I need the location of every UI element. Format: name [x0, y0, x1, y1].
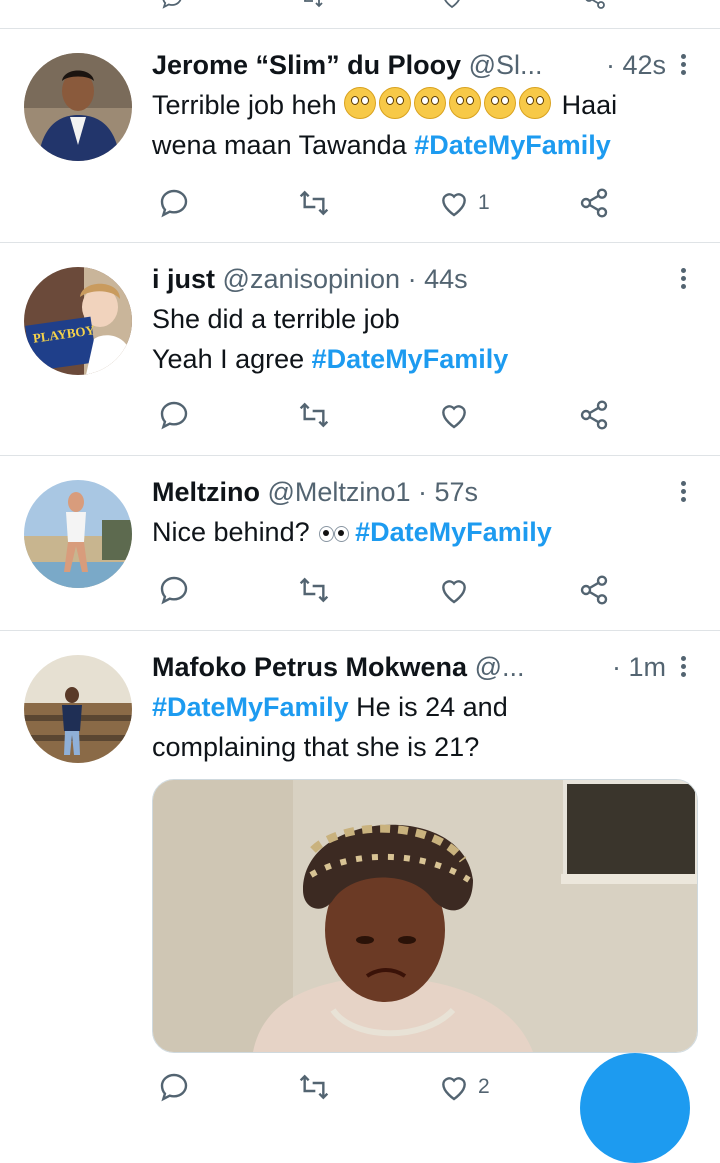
avatar[interactable] — [24, 53, 132, 161]
tweet-header: Meltzino @Meltzino1 · 57s — [152, 472, 678, 512]
display-name[interactable]: Mafoko Petrus Mokwena — [152, 652, 467, 682]
user-handle[interactable]: @... — [475, 652, 525, 682]
tweet-media-image[interactable] — [152, 779, 698, 1053]
share-button[interactable] — [578, 570, 610, 610]
reply-button[interactable] — [158, 1067, 190, 1107]
like-icon[interactable] — [440, 0, 464, 10]
like-count: 1 — [478, 191, 490, 214]
like-count: 2 — [478, 1075, 490, 1098]
hashtag-link[interactable]: #DateMyFamily — [152, 692, 349, 722]
share-icon — [580, 400, 608, 430]
tweet-text-line: Terrible job heh — [152, 90, 337, 120]
more-icon[interactable] — [676, 51, 690, 81]
retweet-icon — [299, 402, 329, 428]
retweet-icon — [299, 190, 329, 216]
tweet-header: Mafoko Petrus Mokwena @... · 1m — [152, 647, 678, 687]
share-icon — [580, 188, 608, 218]
tweet-header: i just @zanisopinion · 44s — [152, 259, 678, 299]
reply-icon — [160, 1073, 188, 1102]
like-icon — [442, 193, 466, 217]
tweet-text-line: Haai — [561, 90, 618, 120]
eyes-emoji-icon — [317, 526, 350, 542]
more-icon[interactable] — [676, 265, 690, 295]
hashtag-link[interactable]: #DateMyFamily — [312, 344, 509, 374]
timestamp[interactable]: · 1m — [612, 647, 666, 687]
reply-icon[interactable] — [160, 0, 184, 10]
share-icon — [580, 575, 608, 605]
tweet-actions: 1 — [152, 183, 622, 223]
retweet-icon — [299, 1074, 329, 1100]
like-icon — [442, 405, 466, 429]
like-icon — [442, 1077, 466, 1101]
tweet[interactable]: Meltzino @Meltzino1 · 57s Nice behind? #… — [0, 456, 720, 631]
tweet-text: Nice behind? #DateMyFamily — [152, 512, 680, 552]
tweet-text-line: Yeah I agree — [152, 344, 305, 374]
avatar[interactable] — [24, 655, 132, 763]
display-name[interactable]: i just — [152, 264, 215, 294]
tweet-text: #DateMyFamily He is 24 and complaining t… — [152, 687, 680, 767]
retweet-button[interactable] — [298, 395, 330, 435]
avatar[interactable]: PLAYBOY — [24, 267, 132, 375]
display-name[interactable]: Meltzino — [152, 477, 260, 507]
flushed-emoji-icon — [344, 87, 554, 120]
tweet-header: Jerome “Slim” du Plooy @Sl... · 42s — [152, 45, 678, 85]
user-handle[interactable]: @Meltzino1 — [268, 477, 411, 507]
display-name[interactable]: Jerome “Slim” du Plooy — [152, 50, 461, 80]
retweet-icon — [299, 577, 329, 603]
tweet[interactable]: Mafoko Petrus Mokwena @... · 1m #DateMyF… — [0, 631, 720, 1102]
tweet-actions: 2 — [152, 1067, 622, 1107]
tweet-text-line: He is 24 and — [356, 692, 508, 722]
share-button[interactable] — [578, 183, 610, 223]
like-button[interactable]: 1 — [438, 183, 490, 223]
share-button[interactable] — [578, 395, 610, 435]
share-icon[interactable] — [583, 0, 607, 10]
tweet-actions — [152, 395, 622, 435]
reply-button[interactable] — [158, 570, 190, 610]
reply-button[interactable] — [158, 395, 190, 435]
retweet-icon[interactable] — [300, 0, 324, 10]
user-handle[interactable]: @zanisopinion — [223, 264, 401, 294]
avatar[interactable] — [24, 480, 132, 588]
tweet-text-line: She did a terrible job — [152, 304, 400, 334]
tweet[interactable]: PLAYBOY i just @zanisopinion · 44s She d… — [0, 243, 720, 456]
hashtag-link[interactable]: #DateMyFamily — [414, 130, 611, 160]
previous-tweet-actions — [0, 0, 720, 29]
like-button[interactable] — [438, 570, 470, 610]
tweet-text: Terrible job heh Haai wena maan Tawanda … — [152, 85, 680, 165]
user-handle[interactable]: @Sl... — [469, 50, 543, 80]
timestamp[interactable]: · 44s — [408, 264, 468, 294]
hashtag-link[interactable]: #DateMyFamily — [355, 517, 552, 547]
like-button[interactable] — [438, 395, 470, 435]
timestamp[interactable]: · 42s — [606, 45, 666, 85]
tweet-text: She did a terrible job Yeah I agree #Dat… — [152, 299, 680, 379]
like-icon — [442, 580, 466, 604]
tweet-text-line: wena maan Tawanda — [152, 130, 407, 160]
like-button[interactable]: 2 — [438, 1067, 490, 1107]
compose-tweet-button[interactable] — [580, 1053, 690, 1163]
retweet-button[interactable] — [298, 1067, 330, 1107]
timestamp[interactable]: · 57s — [418, 477, 478, 507]
retweet-button[interactable] — [298, 570, 330, 610]
reply-button[interactable] — [158, 183, 190, 223]
tweet-actions — [152, 570, 622, 610]
tweet[interactable]: Jerome “Slim” du Plooy @Sl... · 42s Terr… — [0, 29, 720, 243]
reply-icon — [160, 189, 188, 218]
reply-icon — [160, 401, 188, 430]
reply-icon — [160, 576, 188, 605]
tweet-text-line: Nice behind? — [152, 517, 310, 547]
more-icon[interactable] — [676, 478, 690, 508]
retweet-button[interactable] — [298, 183, 330, 223]
tweet-text-line: complaining that she is 21? — [152, 732, 480, 762]
more-icon[interactable] — [676, 653, 690, 683]
